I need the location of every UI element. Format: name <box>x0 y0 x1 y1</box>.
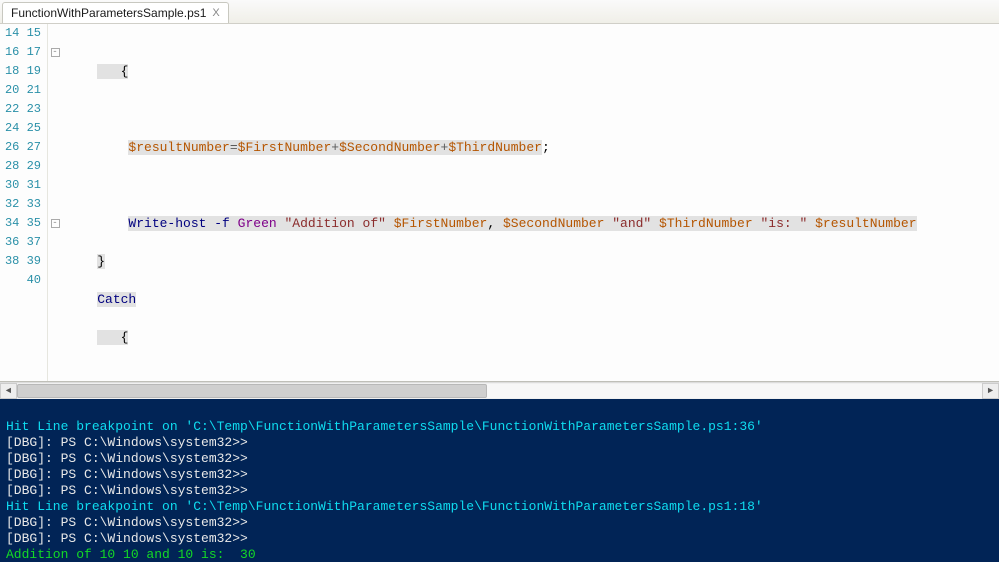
console-line: [DBG]: PS C:\Windows\system32>> <box>6 515 248 530</box>
console-line: [DBG]: PS C:\Windows\system32>> <box>6 435 248 450</box>
scroll-left-icon[interactable]: ◄ <box>0 383 17 399</box>
tab-bar: FunctionWithParametersSample.ps1 X <box>0 0 999 24</box>
scrollbar-thumb[interactable] <box>17 384 487 398</box>
horizontal-scrollbar[interactable]: ◄ ► <box>0 382 999 399</box>
tab-title: FunctionWithParametersSample.ps1 <box>11 6 206 20</box>
console-line: Hit Line breakpoint on 'C:\Temp\Function… <box>6 419 763 434</box>
console-line: [DBG]: PS C:\Windows\system32>> <box>6 467 248 482</box>
var: $resultNumber <box>128 140 229 155</box>
file-tab[interactable]: FunctionWithParametersSample.ps1 X <box>2 2 229 23</box>
scrollbar-track[interactable] <box>17 384 982 398</box>
console-line: [DBG]: PS C:\Windows\system32>> <box>6 483 248 498</box>
catch-keyword: Catch <box>97 292 136 307</box>
console-line: [DBG]: PS C:\Windows\system32>> <box>6 451 248 466</box>
fold-column: - - <box>48 24 62 381</box>
console-line: Hit Line breakpoint on 'C:\Temp\Function… <box>6 499 763 514</box>
line-number-gutter: 14 15 16 17 18 19 20 21 22 23 24 25 26 2… <box>0 24 48 381</box>
cmdlet: Write-host <box>128 216 206 231</box>
code-area[interactable]: { $resultNumber=$FirstNumber+$SecondNumb… <box>62 24 999 381</box>
console-pane[interactable]: Hit Line breakpoint on 'C:\Temp\Function… <box>0 399 999 562</box>
brace: { <box>121 64 129 79</box>
scroll-right-icon[interactable]: ► <box>982 383 999 399</box>
close-icon[interactable]: X <box>212 7 219 19</box>
console-output: Addition of 10 10 and 10 is: 30 <box>6 547 256 562</box>
code-editor[interactable]: 14 15 16 17 18 19 20 21 22 23 24 25 26 2… <box>0 24 999 382</box>
console-line: [DBG]: PS C:\Windows\system32>> <box>6 531 248 546</box>
